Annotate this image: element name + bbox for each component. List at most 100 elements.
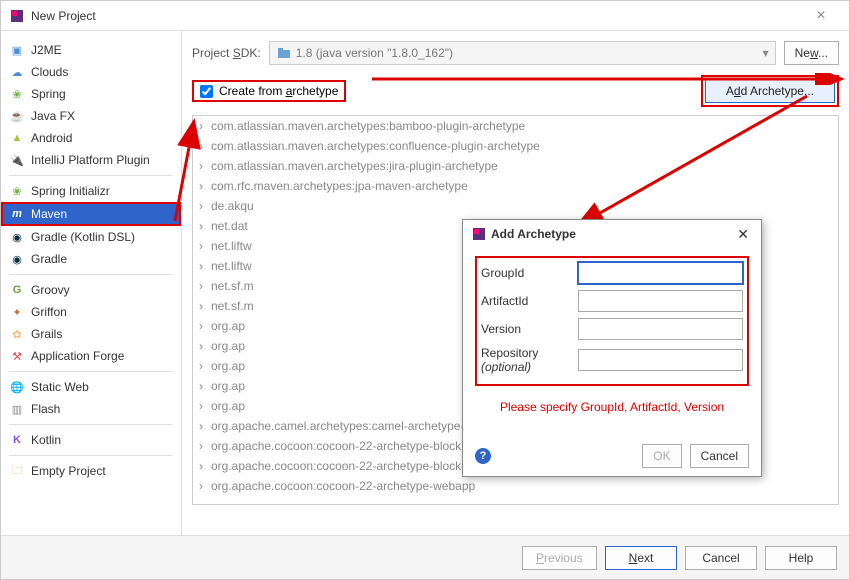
divider	[9, 371, 173, 372]
sidebar: ▣J2ME ☁Clouds ❀Spring ☕Java FX ▲Android …	[1, 31, 182, 535]
help-button[interactable]: Help	[765, 546, 837, 570]
sidebar-item-spring-initializr[interactable]: ❀Spring Initializr	[1, 180, 181, 202]
grails-icon: ✿	[9, 326, 25, 342]
app-icon	[471, 226, 487, 242]
gradle-icon: ◉	[9, 229, 25, 245]
divider	[9, 274, 173, 275]
add-archetype-dialog: Add Archetype ✕ GroupId ArtifactId	[462, 219, 762, 477]
close-icon[interactable]: ✕	[733, 226, 753, 243]
sidebar-item-spring[interactable]: ❀Spring	[1, 83, 181, 105]
sdk-select[interactable]: 1.8 (java version "1.8.0_162")	[269, 41, 776, 65]
sdk-label: Project SDK:	[192, 46, 261, 60]
chevron-right-icon: ›	[199, 479, 211, 493]
archetype-item[interactable]: ›com.atlassian.maven.archetypes:confluen…	[193, 136, 838, 156]
sidebar-item-griffon[interactable]: ✦Griffon	[1, 301, 181, 323]
main-panel: Project SDK: 1.8 (java version "1.8.0_16…	[182, 31, 849, 535]
chevron-right-icon: ›	[199, 119, 211, 133]
groovy-icon: G	[9, 282, 25, 298]
archetype-item[interactable]: ›com.rfc.maven.archetypes:jpa-maven-arch…	[193, 176, 838, 196]
cancel-button[interactable]: Cancel	[690, 444, 749, 468]
chevron-right-icon: ›	[199, 319, 211, 333]
java-icon: ☕	[9, 108, 25, 124]
chevron-right-icon: ›	[199, 139, 211, 153]
sidebar-item-gradle-kotlin[interactable]: ◉Gradle (Kotlin DSL)	[1, 226, 181, 248]
add-archetype-button[interactable]: Add Archetype...	[705, 79, 835, 103]
chevron-right-icon: ›	[199, 459, 211, 473]
chevron-right-icon: ›	[199, 379, 211, 393]
sidebar-item-grails[interactable]: ✿Grails	[1, 323, 181, 345]
gradle-icon: ◉	[9, 251, 25, 267]
help-icon[interactable]: ?	[475, 448, 491, 464]
sidebar-item-javafx[interactable]: ☕Java FX	[1, 105, 181, 127]
chevron-right-icon: ›	[199, 159, 211, 173]
archetype-item[interactable]: ›com.atlassian.maven.archetypes:bamboo-p…	[193, 116, 838, 136]
android-icon: ▲	[9, 130, 25, 146]
plugin-icon: 🔌	[9, 152, 25, 168]
chevron-right-icon: ›	[199, 239, 211, 253]
forge-icon: ⚒	[9, 348, 25, 364]
folder-icon: 🗀	[9, 463, 25, 479]
sidebar-item-groovy[interactable]: GGroovy	[1, 279, 181, 301]
sidebar-item-intellij-plugin[interactable]: 🔌IntelliJ Platform Plugin	[1, 149, 181, 171]
maven-icon: m	[9, 206, 25, 222]
artifactid-label: ArtifactId	[481, 294, 578, 308]
kotlin-icon: K	[9, 432, 25, 448]
chevron-right-icon: ›	[199, 419, 211, 433]
chevron-right-icon: ›	[199, 219, 211, 233]
sidebar-item-static-web[interactable]: 🌐Static Web	[1, 376, 181, 398]
web-icon: 🌐	[9, 379, 25, 395]
ok-button: OK	[642, 444, 681, 468]
sidebar-item-empty-project[interactable]: 🗀Empty Project	[1, 460, 181, 482]
repository-input[interactable]	[578, 349, 743, 371]
chevron-right-icon: ›	[199, 259, 211, 273]
error-message: Please specify GroupId, ArtifactId, Vers…	[475, 400, 749, 414]
repository-label: Repository (optional)	[481, 346, 578, 374]
spring-icon: ❀	[9, 183, 25, 199]
spring-icon: ❀	[9, 86, 25, 102]
next-button[interactable]: Next	[605, 546, 677, 570]
sidebar-item-j2me[interactable]: ▣J2ME	[1, 39, 181, 61]
create-from-archetype-checkbox[interactable]: Create from archetype	[192, 80, 346, 102]
divider	[9, 455, 173, 456]
previous-button: Previous	[522, 546, 597, 570]
archetype-item[interactable]: ›com.atlassian.maven.archetypes:jira-plu…	[193, 156, 838, 176]
chevron-right-icon: ›	[199, 359, 211, 373]
divider	[9, 424, 173, 425]
groupid-label: GroupId	[481, 266, 578, 280]
flash-icon: ▥	[9, 401, 25, 417]
phone-icon: ▣	[9, 42, 25, 58]
version-label: Version	[481, 322, 578, 336]
artifactid-input[interactable]	[578, 290, 743, 312]
cancel-button[interactable]: Cancel	[685, 546, 757, 570]
chevron-right-icon: ›	[199, 179, 211, 193]
dialog-title: Add Archetype	[491, 227, 733, 241]
archetype-item[interactable]: ›de.akqu	[193, 196, 838, 216]
archetype-item[interactable]: ›org.apache.cocoon:cocoon-22-archetype-w…	[193, 476, 838, 496]
sidebar-item-maven[interactable]: mMaven	[1, 202, 181, 226]
sidebar-item-application-forge[interactable]: ⚒Application Forge	[1, 345, 181, 367]
sidebar-item-android[interactable]: ▲Android	[1, 127, 181, 149]
chevron-right-icon: ›	[199, 399, 211, 413]
checkbox-input[interactable]	[200, 85, 213, 98]
sidebar-item-gradle[interactable]: ◉Gradle	[1, 248, 181, 270]
sidebar-item-flash[interactable]: ▥Flash	[1, 398, 181, 420]
cloud-icon: ☁	[9, 64, 25, 80]
window-title: New Project	[31, 9, 801, 23]
version-input[interactable]	[578, 318, 743, 340]
close-icon[interactable]: ×	[801, 7, 841, 25]
titlebar: New Project ×	[1, 1, 849, 31]
app-icon	[9, 8, 25, 24]
divider	[9, 175, 173, 176]
wizard-footer: Previous Next Cancel Help	[1, 535, 849, 579]
griffon-icon: ✦	[9, 304, 25, 320]
groupid-input[interactable]	[578, 262, 743, 284]
chevron-right-icon: ›	[199, 279, 211, 293]
sidebar-item-clouds[interactable]: ☁Clouds	[1, 61, 181, 83]
chevron-right-icon: ›	[199, 299, 211, 313]
chevron-right-icon: ›	[199, 439, 211, 453]
sidebar-item-kotlin[interactable]: KKotlin	[1, 429, 181, 451]
new-sdk-button[interactable]: New...	[784, 41, 839, 65]
chevron-right-icon: ›	[199, 199, 211, 213]
chevron-right-icon: ›	[199, 339, 211, 353]
folder-icon	[276, 45, 292, 61]
